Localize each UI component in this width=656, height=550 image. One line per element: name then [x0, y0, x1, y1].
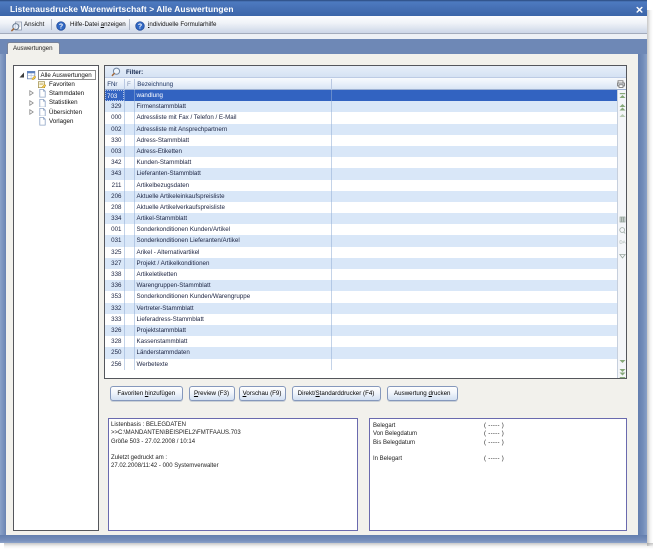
svg-text:?: ?	[137, 23, 141, 30]
svg-text:?: ?	[59, 23, 63, 30]
svg-text:DA: DA	[619, 239, 625, 244]
